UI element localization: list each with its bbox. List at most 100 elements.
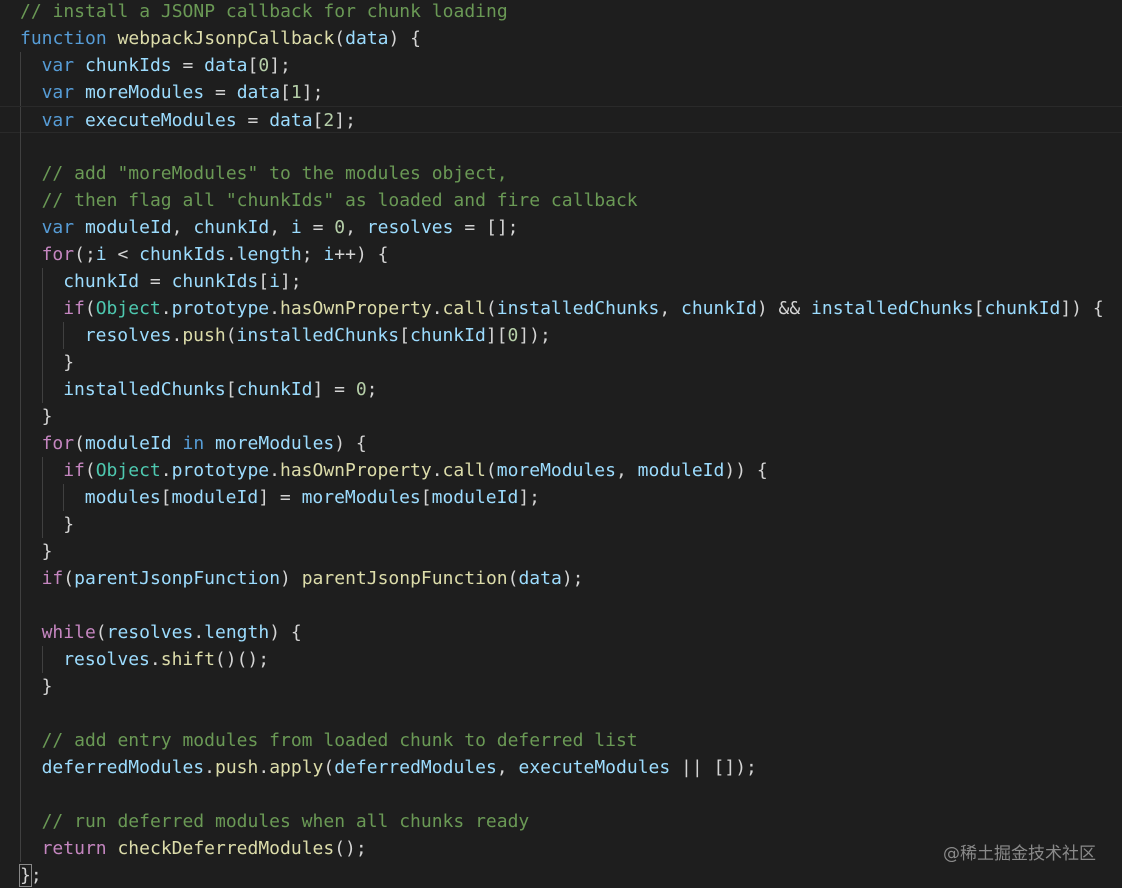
code-line[interactable]: for(moduleId in moreModules) { — [0, 430, 1122, 457]
code-token: ( — [63, 568, 75, 589]
code-token: = — [236, 110, 270, 131]
code-line[interactable]: var chunkIds = data[0]; — [0, 52, 1122, 79]
code-line[interactable]: var executeModules = data[2]; — [0, 106, 1122, 134]
indent-guide — [20, 538, 21, 565]
code-line[interactable]: // add entry modules from loaded chunk t… — [0, 727, 1122, 754]
code-token: chunkId — [681, 298, 757, 319]
code-token: prototype — [171, 298, 270, 319]
code-line[interactable] — [0, 700, 1122, 727]
indent-guide — [41, 322, 43, 349]
code-token: length — [236, 244, 302, 265]
code-line-text: if(Object.prototype.hasOwnProperty.call(… — [63, 295, 1103, 322]
code-token: = — [171, 55, 205, 76]
code-line[interactable]: resolves.shift()(); — [0, 646, 1122, 673]
code-token: ][ — [485, 325, 508, 346]
code-line[interactable]: }; — [0, 862, 1122, 888]
code-line[interactable]: for(;i < chunkIds.length; i++) { — [0, 241, 1122, 268]
code-line[interactable]: // then flag all "chunkIds" as loaded an… — [0, 187, 1122, 214]
code-line[interactable]: var moreModules = data[1]; — [0, 79, 1122, 106]
code-token: if — [63, 298, 85, 319]
code-line[interactable]: while(resolves.length) { — [0, 619, 1122, 646]
code-token: call — [442, 298, 486, 319]
code-line[interactable]: if(Object.prototype.hasOwnProperty.call(… — [0, 457, 1122, 484]
code-token: Object — [95, 298, 161, 319]
code-line[interactable]: var moduleId, chunkId, i = 0, resolves =… — [0, 214, 1122, 241]
code-token: < — [106, 244, 140, 265]
code-token: 0 — [258, 55, 270, 76]
code-token: } — [41, 406, 53, 427]
indent-guide — [63, 484, 65, 511]
code-line[interactable] — [0, 133, 1122, 160]
indent-guide — [20, 619, 21, 646]
code-token: installedChunks — [236, 325, 400, 346]
code-token: 2 — [323, 110, 335, 131]
indent-guide — [41, 295, 43, 322]
code-line[interactable]: chunkId = chunkIds[i]; — [0, 268, 1122, 295]
code-line[interactable]: // run deferred modules when all chunks … — [0, 808, 1122, 835]
code-token: data — [518, 568, 562, 589]
code-token: , — [496, 757, 519, 778]
code-line-text: var moreModules = data[1]; — [42, 79, 324, 106]
code-token: deferredModules — [41, 757, 205, 778]
code-line-text: // then flag all "chunkIds" as loaded an… — [42, 187, 638, 214]
indent-guide — [20, 430, 21, 457]
indent-guide — [20, 592, 21, 619]
code-token: ; — [366, 379, 378, 400]
code-line-text: chunkId = chunkIds[i]; — [63, 268, 301, 295]
code-line[interactable]: resolves.push(installedChunks[chunkId][0… — [0, 322, 1122, 349]
code-line-text: // add "moreModules" to the modules obje… — [42, 160, 508, 187]
indent-guide — [41, 484, 43, 511]
code-line[interactable]: modules[moduleId] = moreModules[moduleId… — [0, 484, 1122, 511]
indent-guide — [20, 376, 21, 403]
code-line[interactable]: // install a JSONP callback for chunk lo… — [0, 0, 1122, 25]
code-line[interactable] — [0, 592, 1122, 619]
code-token: ( — [507, 568, 519, 589]
code-token: chunkId — [193, 217, 270, 238]
code-line[interactable]: } — [0, 538, 1122, 565]
code-token: chunkId — [409, 325, 486, 346]
code-line[interactable]: } — [0, 511, 1122, 538]
code-token: 0 — [355, 379, 367, 400]
code-token: chunkId — [63, 271, 140, 292]
code-token: installedChunks — [496, 298, 660, 319]
code-token: [ — [312, 110, 324, 131]
code-token: ]); — [518, 325, 551, 346]
code-line[interactable]: } — [0, 349, 1122, 376]
code-token: , — [345, 217, 367, 238]
code-token: ) { — [388, 28, 422, 49]
code-line[interactable] — [0, 781, 1122, 808]
code-line-text: installedChunks[chunkId] = 0; — [63, 376, 377, 403]
code-line[interactable]: if(Object.prototype.hasOwnProperty.call(… — [0, 295, 1122, 322]
code-line-text: var chunkIds = data[0]; — [42, 52, 291, 79]
code-token: // then flag all "chunkIds" as loaded an… — [41, 190, 638, 211]
code-line[interactable]: } — [0, 673, 1122, 700]
code-editor[interactable]: // install a JSONP callback for chunk lo… — [0, 0, 1122, 888]
code-line-text: } — [42, 538, 53, 565]
code-token: resolves — [63, 649, 150, 670]
code-line[interactable]: } — [0, 403, 1122, 430]
code-token: ( — [74, 433, 85, 454]
code-token: = — [301, 217, 335, 238]
code-line[interactable]: // add "moreModules" to the modules obje… — [0, 160, 1122, 187]
code-token: shift — [160, 649, 215, 670]
indent-guide — [41, 376, 43, 403]
code-line[interactable]: if(parentJsonpFunction) parentJsonpFunct… — [0, 565, 1122, 592]
code-line-text: var executeModules = data[2]; — [42, 107, 356, 134]
code-token: } — [63, 352, 75, 373]
code-token: ++) { — [334, 244, 389, 265]
code-token: moduleId — [171, 487, 259, 508]
code-token: var — [41, 110, 75, 131]
code-token: parentJsonpFunction — [74, 568, 281, 589]
code-token: (; — [74, 244, 96, 265]
code-token: hasOwnProperty — [279, 460, 432, 481]
code-line[interactable]: deferredModules.push.apply(deferredModul… — [0, 754, 1122, 781]
code-token: . — [225, 244, 237, 265]
code-line-text: }; — [19, 862, 42, 888]
indent-guide — [20, 808, 21, 835]
code-token: . — [431, 298, 443, 319]
code-line-text: // run deferred modules when all chunks … — [42, 808, 530, 835]
code-line[interactable]: installedChunks[chunkId] = 0; — [0, 376, 1122, 403]
code-token: for — [41, 244, 75, 265]
code-line[interactable]: function webpackJsonpCallback(data) { — [0, 25, 1122, 52]
